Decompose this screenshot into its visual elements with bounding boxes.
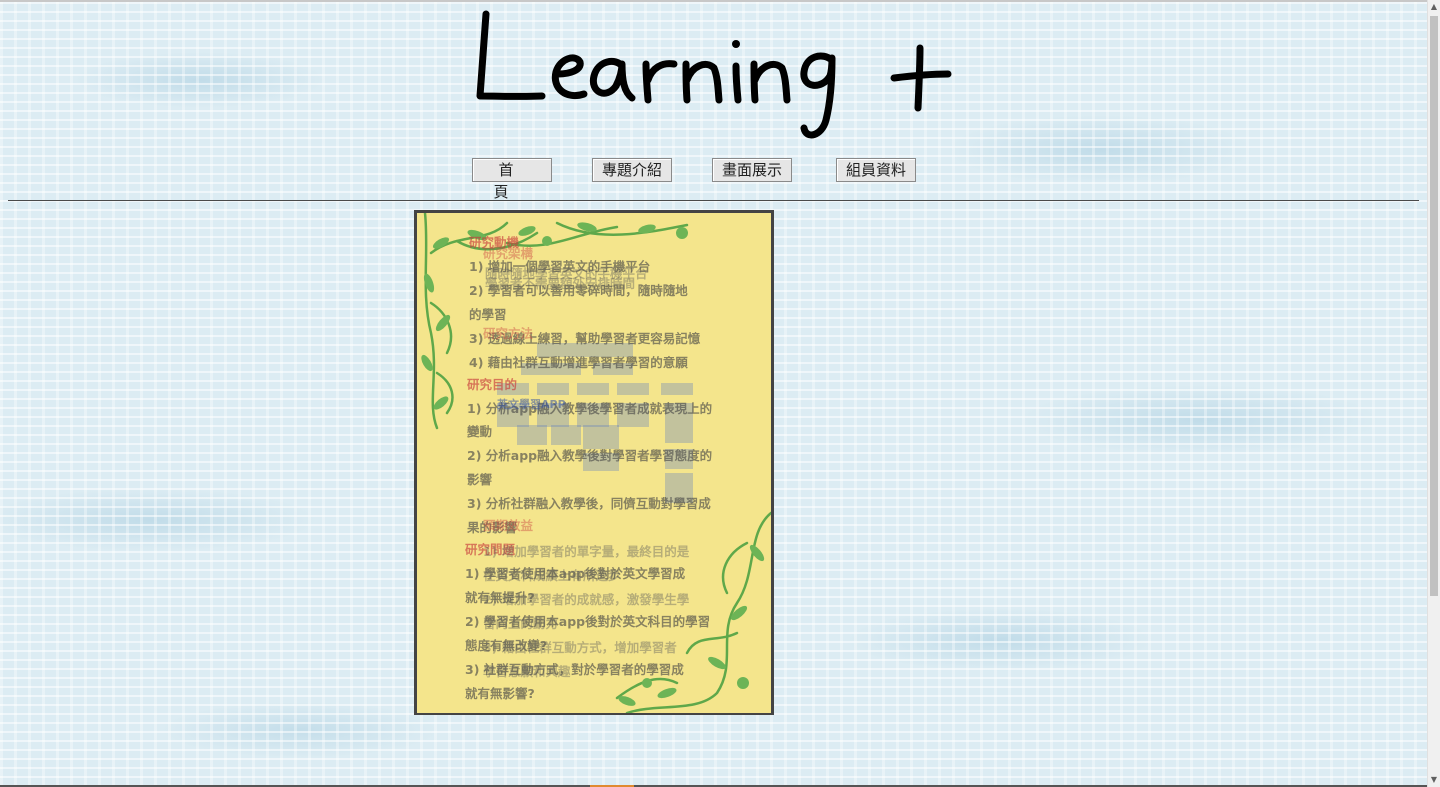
scrollbar-thumb[interactable] <box>1430 16 1438 596</box>
scroll-up-arrow-icon[interactable]: ▲ <box>1428 0 1440 14</box>
project-poster-image: 研究動機 1) 增加一個學習英文的手機平台 2) 學習者可以善用零碎時間，隨時隨… <box>414 210 774 715</box>
poster-overlay-line: 在英文科成績上有所進步 <box>483 568 621 583</box>
poster-overlay-line: 2) 增加學習者的成就感，激發學生學 <box>483 592 690 607</box>
poster-heading: 研究目的 <box>467 377 518 392</box>
poster-text-layer: 研究動機 1) 增加一個學習英文的手機平台 2) 學習者可以善用零碎時間，隨時隨… <box>417 213 771 713</box>
poster-line: 3) 分析社群融入教學後，同儕互動對學習成 <box>467 496 711 511</box>
nav-screens-button[interactable]: 畫面展示 <box>712 158 792 182</box>
poster-overlay-heading: 預期效益 <box>483 518 534 533</box>
poster-line: 2) 分析app融入教學後對學習者學習態度的 <box>467 448 713 463</box>
poster-overlay-heading: 研究方法 <box>483 326 534 341</box>
poster-line: 的學習 <box>469 307 507 322</box>
poster-line: 影響 <box>467 472 493 487</box>
vertical-scrollbar[interactable]: ▲ ▼ <box>1427 0 1440 787</box>
poster-line: 就有無影響? <box>465 686 535 701</box>
poster-overlay-line: 習向上的動力 <box>483 616 559 631</box>
poster-line: 4) 藉由社群互動增進學習者學習的意願 <box>469 355 688 370</box>
poster-overlay-line: 3) 藉由社群互動方式，增加學習者 <box>483 640 677 655</box>
poster-overlay-line: 1) 增加學習者的單字量，最終目的是 <box>483 544 690 559</box>
poster-overlay-heading: 研究架構 <box>483 246 534 261</box>
scroll-down-arrow-icon[interactable]: ▼ <box>1428 773 1440 787</box>
poster-line: 變動 <box>467 424 493 439</box>
logo-handwriting-graphic <box>476 10 952 139</box>
poster-overlay-line: 學習者不需要額外安排時間 <box>485 276 636 291</box>
nav-intro-button[interactable]: 專題介紹 <box>592 158 672 182</box>
header-divider <box>8 200 1419 201</box>
nav-home-button[interactable]: 首頁 <box>472 158 552 201</box>
poster-overlay-line: 學習意願和興趣 <box>483 664 571 679</box>
nav-members-button[interactable]: 組員資料 <box>836 158 916 182</box>
site-logo[interactable] <box>470 0 960 150</box>
diagram-box-label: 英文學習APP <box>497 398 566 411</box>
